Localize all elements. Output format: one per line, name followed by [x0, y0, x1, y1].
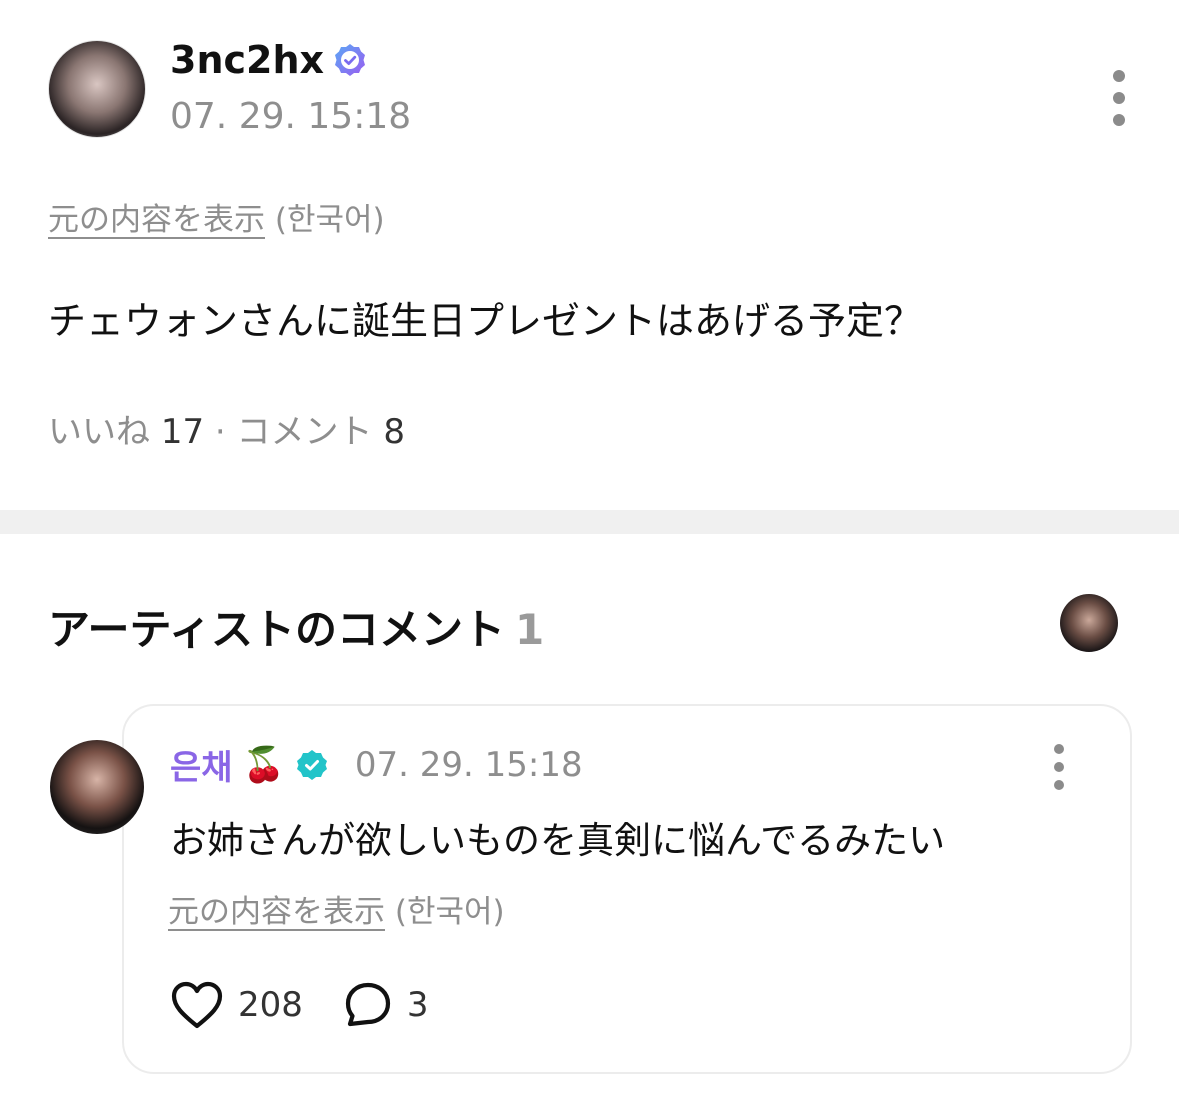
original-language-label: (한국어) — [394, 894, 505, 930]
post-detail-page: 3nc2hx 07. 29. 15:18 元の内容を表示 (한국어) チェウォン… — [0, 0, 1179, 1116]
comment-translation-toggle: 元の内容を表示 (한국어) — [168, 886, 505, 931]
section-title-text: アーティストのコメント — [48, 605, 505, 654]
cherry-emoji: 🍒 — [242, 744, 285, 785]
post-body-text: チェウォンさんに誕生日プレゼントはあげる予定？ — [48, 299, 923, 343]
comment-author-row: 은채 🍒 07. 29. 15:18 — [170, 740, 583, 789]
post-stats: いいね 17 · コメント 8 — [48, 404, 405, 453]
likes-count: 17 — [160, 412, 205, 452]
post-author[interactable]: 3nc2hx — [170, 38, 368, 82]
kebab-dot — [1054, 744, 1064, 754]
show-original-link[interactable]: 元の内容を表示 — [168, 894, 385, 930]
artist-comments-title: アーティストのコメント 1 — [48, 596, 544, 657]
comment-body-text: お姉さんが欲しいものを真剣に悩んでるみたい — [170, 819, 946, 862]
like-button[interactable]: 208 — [170, 980, 303, 1030]
like-count: 208 — [238, 985, 303, 1025]
artist-avatar[interactable] — [50, 740, 144, 834]
speech-bubble-icon — [345, 982, 391, 1027]
post-translation-toggle: 元の内容を表示 (한국어) — [48, 194, 385, 239]
artist-name[interactable]: 은채 — [170, 740, 233, 789]
reply-count: 3 — [406, 985, 429, 1025]
artist-comment-count: 1 — [514, 605, 545, 654]
post-more-button[interactable] — [1112, 70, 1126, 126]
user-avatar[interactable] — [48, 40, 146, 138]
comments-count: 8 — [383, 412, 405, 452]
kebab-dot — [1113, 70, 1125, 82]
verified-badge-icon — [335, 44, 366, 76]
heart-icon — [171, 981, 223, 1029]
kebab-dot — [1054, 780, 1064, 790]
comment-timestamp: 07. 29. 15:18 — [354, 744, 583, 785]
kebab-dot — [1113, 114, 1125, 126]
comments-label[interactable]: コメント — [237, 412, 373, 452]
post-timestamp: 07. 29. 15:18 — [170, 96, 412, 137]
section-divider — [0, 510, 1179, 534]
username[interactable]: 3nc2hx — [170, 38, 324, 82]
comment-more-button[interactable] — [1052, 744, 1066, 790]
kebab-dot — [1113, 92, 1125, 104]
likes-label[interactable]: いいね — [48, 412, 150, 452]
artist-avatar-small[interactable] — [1060, 594, 1118, 652]
stats-separator: · — [214, 412, 226, 452]
show-original-link[interactable]: 元の内容を表示 — [48, 202, 265, 238]
artist-badge-icon — [296, 749, 327, 780]
comment-actions: 208 3 — [170, 980, 469, 1030]
original-language-label: (한국어) — [274, 202, 385, 238]
kebab-dot — [1054, 762, 1064, 772]
reply-button[interactable]: 3 — [343, 980, 429, 1030]
